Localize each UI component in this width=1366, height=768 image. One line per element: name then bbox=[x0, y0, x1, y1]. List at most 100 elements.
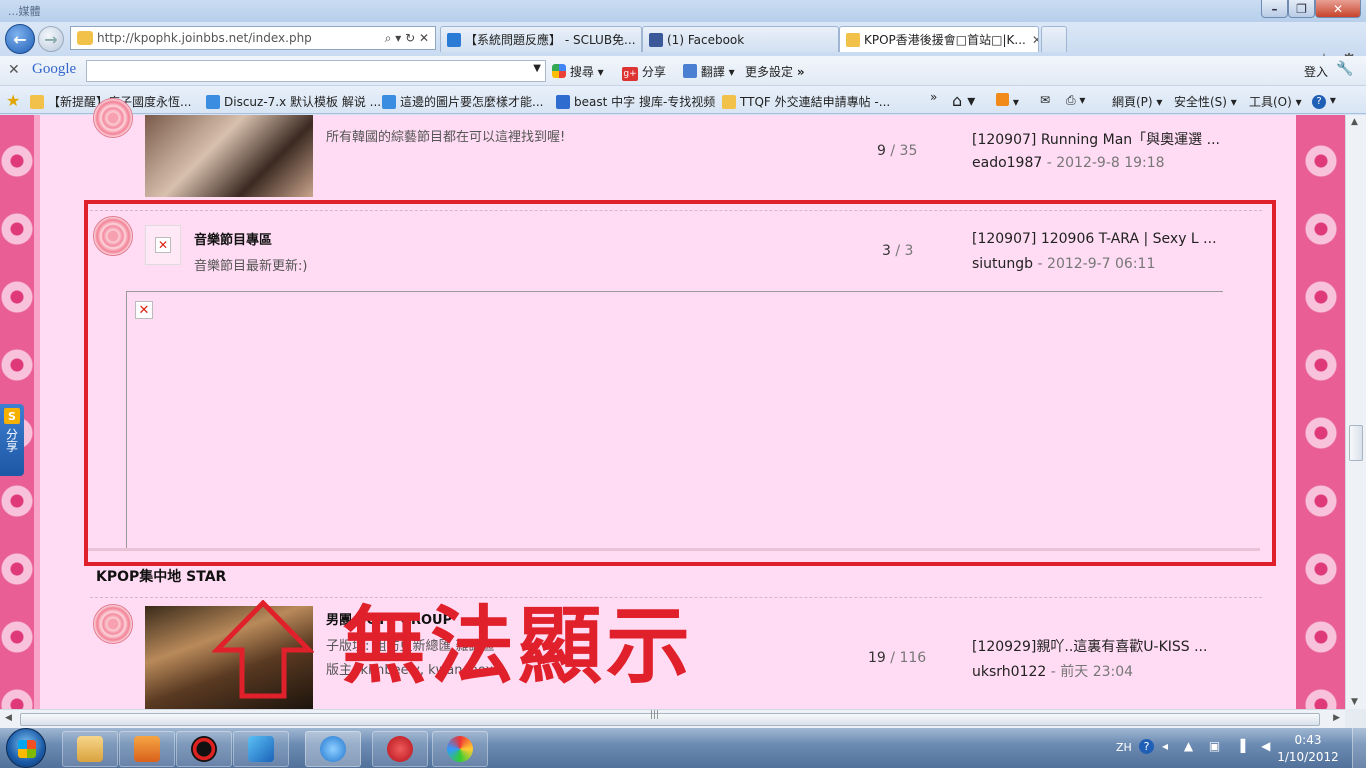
last-post-time: 2012-9-7 06:11 bbox=[1047, 256, 1156, 272]
minimize-button[interactable]: – bbox=[1261, 0, 1288, 18]
navigation-bar: ← → http://kpophk.joinbbs.net/index.php … bbox=[0, 22, 1366, 71]
taskbar-paint[interactable] bbox=[432, 731, 488, 767]
language-indicator[interactable]: ZH bbox=[1116, 741, 1132, 754]
taskbar-show-app[interactable] bbox=[372, 731, 428, 767]
scroll-up-icon[interactable]: ▲ bbox=[1351, 117, 1358, 127]
clock-time[interactable]: 0:43 bbox=[1286, 733, 1330, 747]
count-separator: / bbox=[885, 143, 900, 159]
section-title[interactable]: KPOP集中地 STAR bbox=[96, 566, 226, 586]
help-icon[interactable]: ? bbox=[1139, 739, 1154, 754]
google-search-button[interactable]: 搜尋 ▾ bbox=[552, 63, 604, 80]
site-favicon bbox=[846, 32, 860, 47]
translate-icon bbox=[683, 64, 697, 78]
print-icon[interactable]: ⎙ ▾ bbox=[1066, 93, 1085, 108]
tray-icons[interactable]: ◂ ▲ ▣ ▐ ◀ bbox=[1162, 739, 1276, 753]
thread-count: 3 bbox=[882, 243, 891, 259]
last-post-link[interactable]: [120907] Running Man「與奧運選 ... bbox=[972, 129, 1220, 149]
tab-kpophk[interactable]: KPOP香港後援會□首站□|K... ✕ bbox=[839, 26, 1039, 52]
taskbar-media-player[interactable] bbox=[119, 731, 175, 767]
last-post-link[interactable]: [120907] 120906 T-ARA | Sexy L ... bbox=[972, 231, 1217, 247]
favorites-star-icon[interactable]: ★ bbox=[6, 91, 20, 110]
taskbar-qq-player[interactable] bbox=[176, 731, 232, 767]
tab-facebook[interactable]: (1) Facebook bbox=[642, 26, 839, 52]
scrollbar-corner bbox=[1345, 709, 1366, 728]
google-share-button[interactable]: g+ 分享 bbox=[622, 63, 666, 81]
post-count: 3 bbox=[904, 243, 914, 259]
address-bar[interactable]: http://kpophk.joinbbs.net/index.php ⌕ ▾ … bbox=[70, 26, 436, 50]
close-toolbar-icon[interactable]: ✕ bbox=[8, 62, 20, 78]
last-post-author[interactable]: uksrh0122 bbox=[972, 664, 1046, 680]
start-button[interactable] bbox=[6, 728, 46, 768]
vertical-scrollbar[interactable]: ▲ ▼ bbox=[1345, 115, 1366, 709]
last-post-author[interactable]: eado1987 bbox=[972, 155, 1042, 171]
close-tab-icon[interactable]: ✕ bbox=[1032, 33, 1038, 47]
horizontal-scrollbar[interactable]: ◀ ||| ▶ bbox=[0, 709, 1345, 728]
help-menu[interactable]: ? ▾ bbox=[1312, 93, 1336, 109]
favorite-link[interactable]: TTQF 外交連結申請專帖 -... bbox=[722, 93, 890, 110]
share-widget[interactable]: S 分享 bbox=[0, 404, 24, 476]
thread-count: 9 bbox=[877, 143, 886, 159]
google-search-input[interactable]: ▼ bbox=[86, 60, 546, 82]
forum-counts: 3 / 3 bbox=[882, 243, 913, 259]
new-tab-button[interactable] bbox=[1041, 26, 1067, 52]
folder-icon bbox=[77, 736, 103, 762]
google-translate-button[interactable]: 翻譯 ▾ bbox=[683, 63, 735, 80]
post-count: 116 bbox=[899, 650, 927, 666]
scrollbar-thumb[interactable] bbox=[1349, 425, 1363, 461]
clock-date[interactable]: 1/10/2012 bbox=[1276, 750, 1340, 764]
favorite-label: TTQF 外交連結申請專帖 -... bbox=[740, 95, 891, 109]
forward-button[interactable]: → bbox=[38, 26, 64, 52]
safety-menu[interactable]: 安全性(S) ▾ bbox=[1174, 93, 1237, 110]
broken-image-icon: ✕ bbox=[135, 301, 153, 319]
page-menu-label: 網頁(P) bbox=[1112, 95, 1153, 109]
ie-icon bbox=[382, 94, 396, 109]
page-menu[interactable]: 網頁(P) ▾ bbox=[1112, 93, 1162, 110]
favorite-link[interactable]: Discuz-7.x 默认模板 解说 ... bbox=[206, 93, 381, 110]
dropdown-arrow-icon[interactable]: ▼ bbox=[533, 63, 541, 74]
scroll-left-icon[interactable]: ◀ bbox=[5, 713, 12, 723]
count-separator: / bbox=[890, 243, 905, 259]
forum-name-link[interactable]: 音樂節目專區 bbox=[194, 229, 272, 248]
maximize-button[interactable]: ❐ bbox=[1288, 0, 1315, 18]
login-button[interactable]: 登入 bbox=[1304, 63, 1328, 80]
address-controls[interactable]: ⌕ ▾ ↻ ✕ bbox=[385, 31, 429, 46]
close-button[interactable]: ✕ bbox=[1315, 0, 1361, 18]
tools-menu-label: 工具(O) bbox=[1249, 95, 1292, 109]
forum-description: 所有韓國的綜藝節目都在可以這裡找到喔! bbox=[326, 130, 566, 145]
rss-feed-icon[interactable]: ▾ bbox=[996, 93, 1019, 109]
favorite-link[interactable]: beast 中字 搜库-专找视频 bbox=[556, 93, 715, 110]
taskbar-explorer[interactable] bbox=[62, 731, 118, 767]
last-post-author[interactable]: siutungb bbox=[972, 256, 1033, 272]
favorite-link[interactable]: 這邊的圖片要怎麼樣才能... bbox=[382, 93, 543, 110]
last-post-link[interactable]: [120929]親吖..這裏有喜歡U-KISS ... bbox=[972, 636, 1207, 656]
share-badge-icon: S bbox=[4, 408, 20, 424]
scroll-down-icon[interactable]: ▼ bbox=[1351, 697, 1358, 707]
show-desktop-button[interactable] bbox=[1352, 728, 1366, 768]
scrollbar-thumb[interactable] bbox=[20, 713, 1320, 726]
taskbar-internet-explorer[interactable] bbox=[305, 731, 361, 767]
window-title: ...媒體 bbox=[8, 5, 41, 18]
more-settings-button[interactable]: 更多設定 » bbox=[745, 63, 805, 80]
taskbar-player[interactable] bbox=[233, 731, 289, 767]
tab-label: 【系統問題反應】 - SCLUB免... bbox=[465, 33, 636, 47]
ie-icon bbox=[206, 94, 220, 109]
home-icon[interactable]: ⌂ ▾ bbox=[952, 91, 975, 110]
show-app-icon bbox=[387, 736, 413, 762]
tools-menu[interactable]: 工具(O) ▾ bbox=[1249, 93, 1302, 110]
safety-menu-label: 安全性(S) bbox=[1174, 95, 1227, 109]
forum-counts: 19 / 116 bbox=[868, 650, 926, 666]
google-toolbar: ✕ Google ▼ 搜尋 ▾ g+ 分享 翻譯 ▾ 更多設定 » 登入 🔧 bbox=[0, 56, 1366, 86]
ie-icon bbox=[447, 32, 461, 47]
mail-icon[interactable]: ✉ bbox=[1040, 93, 1050, 107]
wrench-icon[interactable]: 🔧 bbox=[1336, 61, 1353, 77]
scroll-right-icon[interactable]: ▶ bbox=[1333, 713, 1340, 723]
back-button[interactable]: ← bbox=[5, 24, 35, 54]
favorite-label: Discuz-7.x 默认模板 解说 ... bbox=[224, 95, 382, 109]
favorites-more-button[interactable]: » bbox=[930, 90, 937, 104]
last-post-meta: uksrh0122 - 前天 23:04 bbox=[972, 661, 1133, 681]
tab-sclub[interactable]: 【系統問題反應】 - SCLUB免... bbox=[440, 26, 642, 52]
forum-thumbnail[interactable] bbox=[145, 115, 313, 197]
favorite-label: beast 中字 搜库-专找视频 bbox=[574, 95, 716, 109]
section-divider bbox=[88, 548, 1260, 551]
address-url[interactable]: http://kpophk.joinbbs.net/index.php bbox=[97, 31, 385, 45]
